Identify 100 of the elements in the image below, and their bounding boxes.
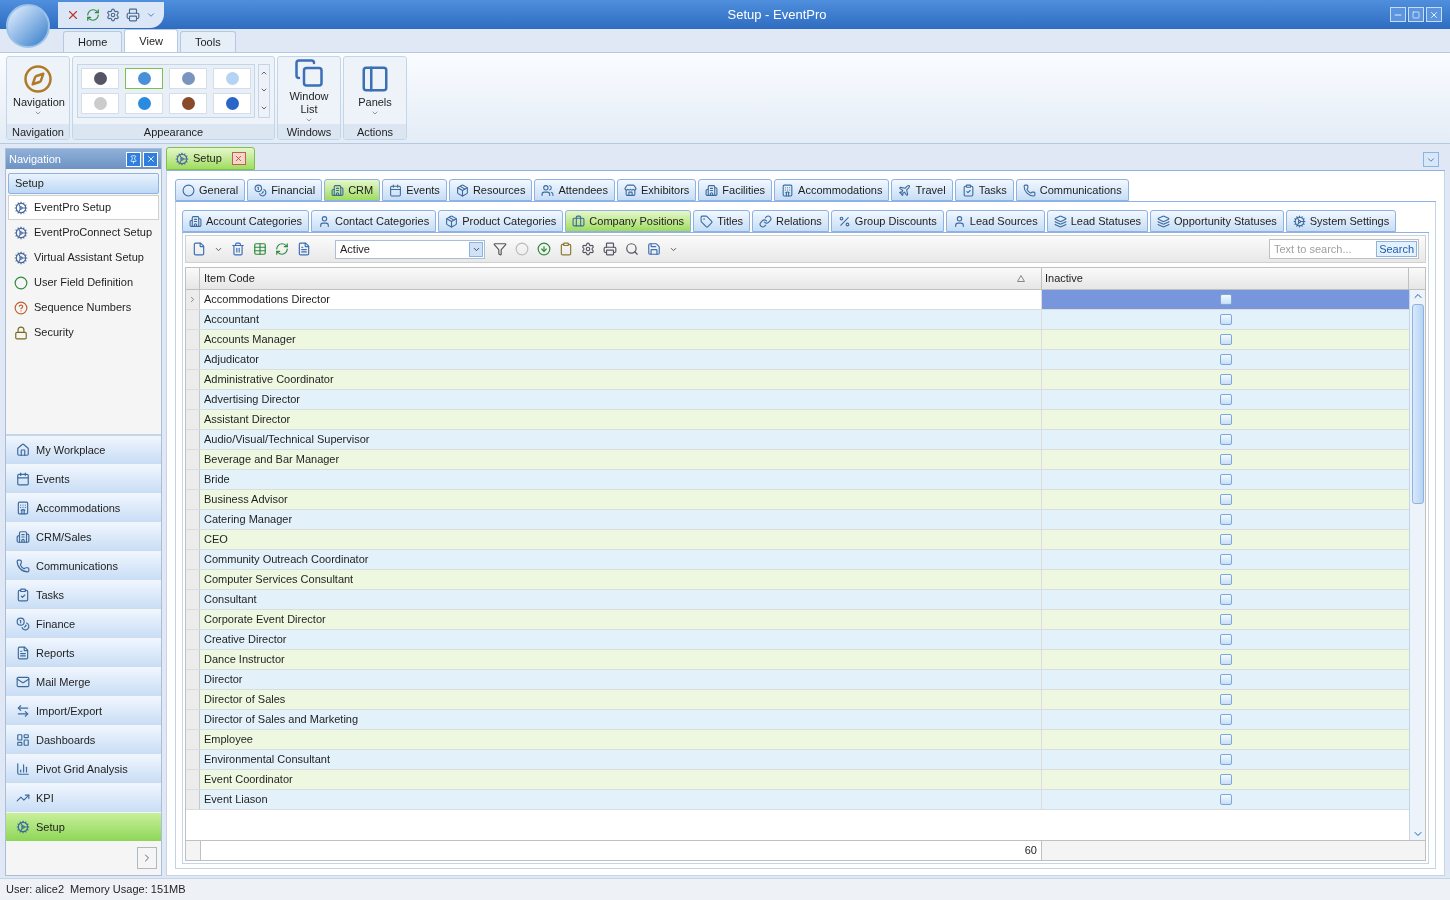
tab[interactable]: Financial [247, 179, 323, 201]
row-header[interactable] [186, 370, 200, 389]
table-row[interactable]: Business Advisor [186, 490, 1409, 510]
table-row[interactable]: Consultant [186, 590, 1409, 610]
table-row[interactable]: Director of Sales and Marketing [186, 710, 1409, 730]
download-icon[interactable] [537, 242, 551, 256]
table-row[interactable]: Accommodations Director [186, 290, 1409, 310]
minimize-button[interactable] [1390, 7, 1406, 22]
search-button[interactable]: Search [1376, 241, 1417, 257]
module-button[interactable]: Mail Merge [6, 668, 161, 696]
filter-icon[interactable] [493, 242, 507, 256]
save-icon[interactable] [647, 242, 661, 256]
search-field[interactable]: Text to search... Search [1269, 239, 1419, 259]
close-tab-button[interactable] [231, 152, 246, 165]
row-header[interactable] [186, 390, 200, 409]
theme-swatch[interactable] [169, 67, 207, 89]
trash-icon[interactable] [231, 242, 245, 256]
tab[interactable]: Opportunity Statuses [1150, 210, 1284, 232]
table-row[interactable]: Environmental Consultant [186, 750, 1409, 770]
tab[interactable]: Travel [891, 179, 953, 201]
checkbox[interactable] [1219, 594, 1232, 605]
gallery-scrollbar[interactable] [258, 63, 270, 118]
row-header[interactable] [186, 690, 200, 709]
tab[interactable]: Contact Categories [311, 210, 437, 232]
printer-icon[interactable] [603, 242, 617, 256]
table-row[interactable]: Audio/Visual/Technical Supervisor [186, 430, 1409, 450]
maximize-button[interactable] [1408, 7, 1424, 22]
table-row[interactable]: Beverage and Bar Manager [186, 450, 1409, 470]
settings-icon[interactable] [581, 242, 595, 256]
module-button[interactable]: Communications [6, 552, 161, 580]
theme-swatch[interactable] [125, 67, 163, 89]
checkbox[interactable] [1219, 494, 1232, 505]
tab[interactable]: Company Positions [565, 210, 692, 232]
checkbox[interactable] [1219, 754, 1232, 765]
nav-item[interactable]: EventProConnect Setup [8, 220, 159, 245]
tab[interactable]: CRM [324, 179, 381, 201]
row-header[interactable] [186, 710, 200, 729]
checkbox[interactable] [1219, 614, 1232, 625]
module-button[interactable]: Finance [6, 610, 161, 638]
tab[interactable]: Events [382, 179, 447, 201]
group-header[interactable]: Setup [8, 173, 159, 194]
table-row[interactable]: Director of Sales [186, 690, 1409, 710]
checkbox[interactable] [1219, 794, 1232, 805]
module-button[interactable]: Reports [6, 639, 161, 667]
tab[interactable]: Account Categories [182, 210, 309, 232]
tab[interactable]: Relations [752, 210, 829, 232]
module-button[interactable]: Events [6, 465, 161, 493]
module-button[interactable]: Setup [6, 813, 161, 841]
row-header[interactable] [186, 630, 200, 649]
row-header[interactable] [186, 610, 200, 629]
table-row[interactable]: Assistant Director [186, 410, 1409, 430]
tab[interactable]: Resources [448, 179, 533, 201]
module-button[interactable]: Tasks [6, 581, 161, 609]
checkbox[interactable] [1219, 354, 1232, 365]
tab[interactable]: Accommodations [774, 179, 890, 201]
checkbox[interactable] [1219, 294, 1232, 305]
checkbox[interactable] [1219, 674, 1232, 685]
column-header[interactable]: Item Code [200, 268, 1042, 289]
table-row[interactable]: Bride [186, 470, 1409, 490]
checkbox[interactable] [1219, 534, 1232, 545]
table-row[interactable]: Community Outreach Coordinator [186, 550, 1409, 570]
row-header[interactable] [186, 410, 200, 429]
nav-item[interactable]: User Field Definition [8, 270, 159, 295]
row-header[interactable] [186, 790, 200, 809]
table-row[interactable]: Accounts Manager [186, 330, 1409, 350]
ribbon-tab[interactable]: View [124, 29, 178, 52]
row-header[interactable] [186, 750, 200, 769]
scroll-thumb[interactable] [1411, 304, 1424, 504]
table-row[interactable]: Administrative Coordinator [186, 370, 1409, 390]
close-button[interactable] [1426, 7, 1442, 22]
row-header[interactable] [186, 490, 200, 509]
table-row[interactable]: Advertising Director [186, 390, 1409, 410]
row-header[interactable] [186, 590, 200, 609]
theme-swatch[interactable] [213, 67, 251, 89]
search-icon[interactable] [625, 242, 639, 256]
module-button[interactable]: Dashboards [6, 726, 161, 754]
row-header[interactable] [186, 450, 200, 469]
table-row[interactable]: Adjudicator [186, 350, 1409, 370]
document-icon[interactable] [297, 242, 311, 256]
table-row[interactable]: Employee [186, 730, 1409, 750]
clipboard-icon[interactable] [559, 242, 573, 256]
module-button[interactable]: Pivot Grid Analysis [6, 755, 161, 783]
expand-button[interactable] [137, 847, 157, 869]
checkbox[interactable] [1219, 434, 1232, 445]
row-header[interactable] [186, 530, 200, 549]
new-document-icon[interactable] [192, 242, 206, 256]
nav-item[interactable]: EventPro Setup [8, 195, 159, 220]
nav-item[interactable]: Sequence Numbers [8, 295, 159, 320]
document-tab[interactable]: Setup [166, 147, 255, 170]
checkbox[interactable] [1219, 314, 1232, 325]
checkbox[interactable] [1219, 654, 1232, 665]
checkbox[interactable] [1219, 554, 1232, 565]
checkbox[interactable] [1219, 634, 1232, 645]
checkbox[interactable] [1219, 694, 1232, 705]
settings-icon[interactable] [106, 7, 120, 22]
tab[interactable]: Lead Sources [945, 210, 1045, 232]
table-row[interactable]: Event Coordinator [186, 770, 1409, 790]
grid-icon[interactable] [253, 242, 267, 256]
checkbox[interactable] [1219, 514, 1232, 525]
table-row[interactable]: Dance Instructor [186, 650, 1409, 670]
